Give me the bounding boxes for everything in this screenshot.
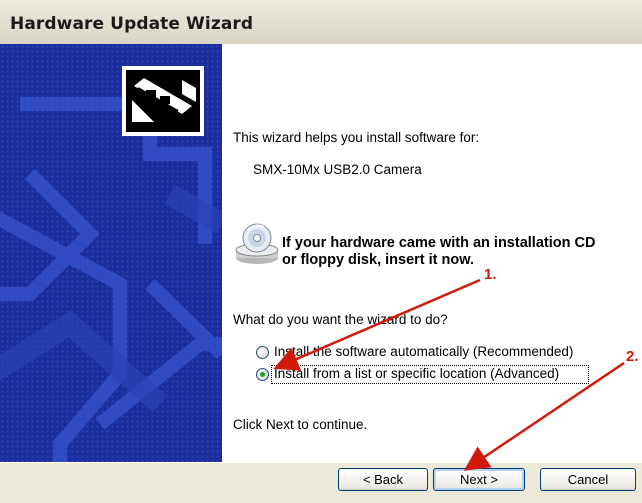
button-bar: < Back Next > Cancel: [0, 462, 642, 503]
annotation-label-2: 2.: [626, 348, 639, 365]
option-automatic-label: Install the software automatically (Reco…: [274, 344, 574, 359]
cd-icon: [234, 222, 280, 266]
next-button[interactable]: Next >: [433, 468, 525, 491]
question-text: What do you want the wizard to do?: [233, 312, 448, 327]
intro-text: This wizard helps you install software f…: [233, 130, 480, 145]
option-automatic[interactable]: Install the software automatically (Reco…: [256, 344, 586, 362]
cd-prompt-line2: or floppy disk, insert it now.: [282, 252, 475, 268]
cancel-button[interactable]: Cancel: [540, 468, 636, 491]
cd-prompt-line1: If your hardware came with an installati…: [282, 235, 596, 251]
radio-advanced[interactable]: [256, 368, 269, 381]
window-title: Hardware Update Wizard: [10, 14, 254, 34]
annotation-label-1: 1.: [484, 266, 497, 283]
wizard-content: This wizard helps you install software f…: [222, 44, 642, 462]
option-advanced-label: Install from a list or specific location…: [274, 366, 560, 381]
radio-automatic[interactable]: [256, 346, 269, 359]
wizard-side-panel: [0, 44, 222, 462]
continue-hint: Click Next to continue.: [233, 417, 368, 432]
title-bar[interactable]: Hardware Update Wizard: [0, 0, 642, 45]
device-name: SMX-10Mx USB2.0 Camera: [253, 162, 422, 177]
option-advanced[interactable]: Install from a list or specific location…: [256, 365, 589, 385]
hardware-card-icon: [122, 66, 204, 136]
back-button[interactable]: < Back: [338, 468, 428, 491]
